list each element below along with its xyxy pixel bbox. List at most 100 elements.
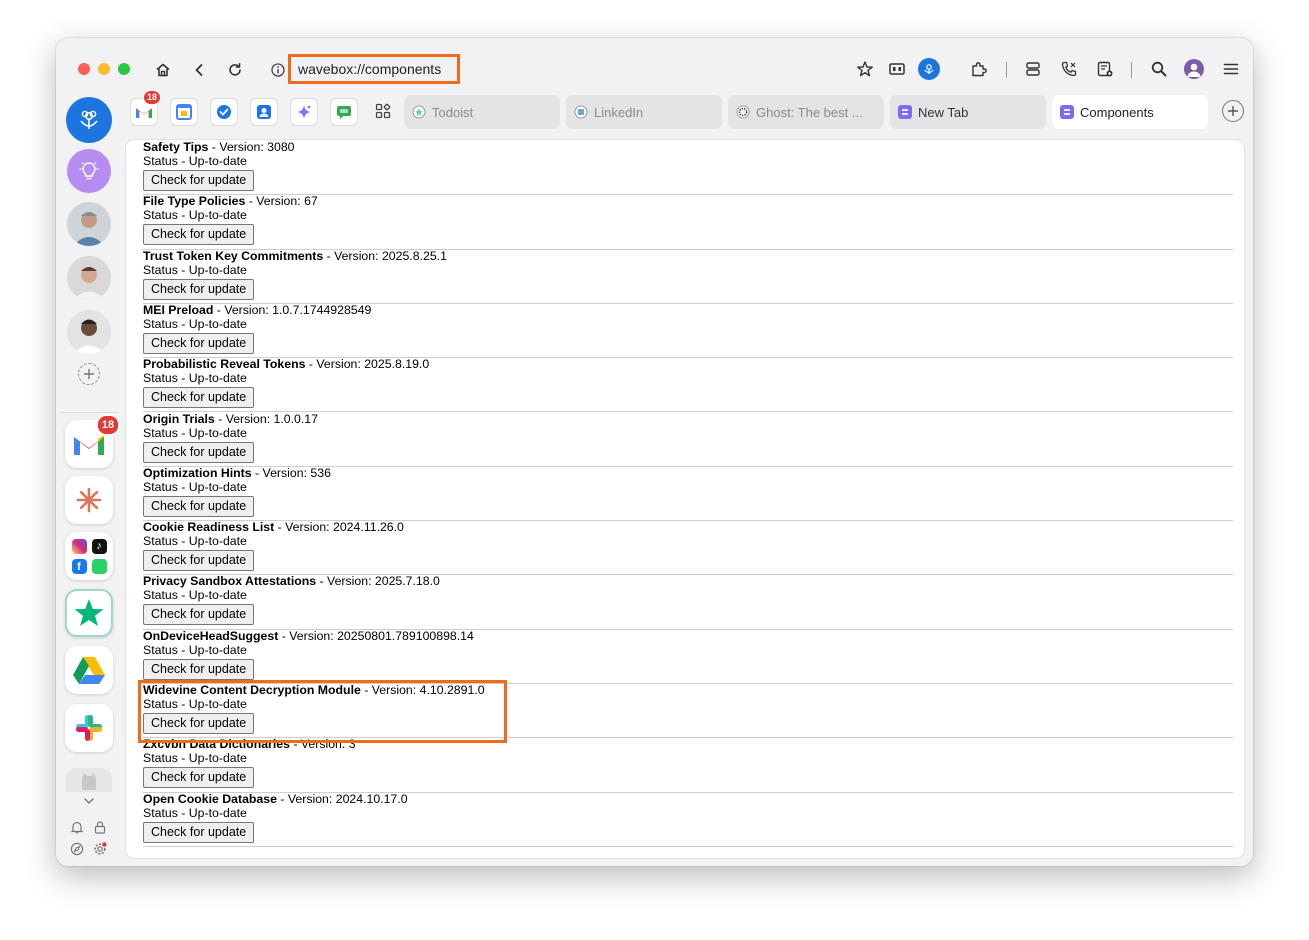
component-version: - Version: 2025.8.25.1 [323,248,447,263]
tab-linkedin[interactable]: LinkedIn [566,95,722,129]
reader-mode-icon[interactable] [886,58,908,80]
component-name: MEI Preload [143,302,214,317]
check-for-update-button[interactable]: Check for update [143,224,255,246]
close-window-button[interactable] [78,63,90,75]
google-drive-app-icon[interactable] [65,646,113,694]
component-status: Status - Up-to-date [143,371,247,386]
google-calendar-pinned-icon[interactable] [170,98,198,126]
ghost-favicon-icon [736,105,750,119]
component-name: Trust Token Key Commitments [143,248,324,263]
tab-label: Ghost: The best ... [756,104,863,120]
menu-hamburger-icon[interactable] [1220,58,1242,80]
component-version: - Version: 20250801.789100898.14 [278,628,474,643]
github-app-icon[interactable] [66,768,112,792]
component-row: Cookie Readiness List - Version: 2024.11… [143,520,1233,576]
component-title: Safety Tips - Version: 3080 [143,140,295,154]
bookmark-star-icon[interactable] [854,58,876,80]
new-tab-plus-icon[interactable] [1222,100,1244,122]
component-row: Trust Token Key Commitments - Version: 2… [143,249,1233,304]
compass-icon[interactable] [69,841,85,857]
component-status: Status - Up-to-date [143,805,247,820]
tab-components[interactable]: Components [1052,95,1208,129]
component-title: Optimization Hints - Version: 536 [143,466,331,480]
contact-avatar-3[interactable] [67,310,111,354]
component-name: Widevine Content Decryption Module [143,683,361,697]
component-row: Privacy Sandbox Attestations - Version: … [143,574,1233,630]
check-for-update-button[interactable]: Check for update [143,821,255,843]
component-title: Open Cookie Database - Version: 2024.10.… [143,792,408,806]
lightbulb-space-icon[interactable] [67,149,111,193]
gmail-app-icon[interactable]: 18 [65,414,120,468]
sidebar: 18 ♪ f [56,92,122,866]
url-text: wavebox://components [298,61,442,77]
tab-ghost[interactable]: Ghost: The best ... [728,95,884,129]
component-title: Privacy Sandbox Attestations - Version: … [143,574,440,588]
toolbar-separator [1006,62,1007,78]
search-icon[interactable] [1148,58,1170,80]
check-for-update-button[interactable]: Check for update [143,387,255,409]
site-info-icon[interactable] [266,58,290,82]
tab-label: Components [1080,104,1154,120]
chevron-down-icon[interactable] [81,794,97,808]
tab-manager-icon[interactable] [1022,58,1044,80]
tab-label: Todoist [432,104,474,120]
add-group-icon[interactable] [78,363,100,385]
slack-app-icon[interactable] [65,704,113,752]
component-status: Status - Up-to-date [143,262,247,277]
tasks-pinned-icon[interactable] [210,98,238,126]
check-for-update-button[interactable]: Check for update [143,658,255,680]
social-apps-group-icon[interactable]: ♪ f [65,532,113,580]
component-title: Origin Trials - Version: 1.0.0.17 [143,412,318,426]
check-for-update-button[interactable]: Check for update [143,604,255,626]
trustpilot-app-icon[interactable] [65,589,113,637]
app-grid-icon[interactable] [370,98,396,124]
contact-avatar-1[interactable] [67,202,111,246]
gemini-pinned-icon[interactable] [290,98,318,126]
check-for-update-button[interactable]: Check for update [143,767,255,789]
reload-icon[interactable] [223,58,247,82]
profile-avatar-icon[interactable] [1183,58,1205,80]
google-chat-pinned-icon[interactable] [330,98,358,126]
home-icon[interactable] [151,58,175,82]
claude-app-icon[interactable] [65,476,113,524]
component-status: Status - Up-to-date [143,154,247,168]
component-row: Widevine Content Decryption Module - Ver… [143,683,1233,739]
tab-new-tab[interactable]: New Tab [890,95,1046,129]
tab-label: LinkedIn [594,104,644,120]
component-status: Status - Up-to-date [143,642,247,657]
contacts-pinned-icon[interactable] [250,98,278,126]
component-status: Status - Up-to-date [143,697,247,711]
wavebox-home-icon[interactable] [66,97,112,143]
back-icon[interactable] [187,58,211,82]
tab-todoist[interactable]: Todoist [404,95,560,129]
extensions-puzzle-icon[interactable] [968,58,990,80]
tab-label: New Tab [918,104,969,120]
wavebox-extension-icon[interactable] [918,58,940,80]
component-name: Probabilistic Reveal Tokens [143,357,306,372]
phone-call-icon[interactable] [1058,58,1080,80]
component-row: Zxcvbn Data Dictionaries - Version: 3 Sta… [143,737,1233,793]
component-title: Probabilistic Reveal Tokens - Version: 2… [143,357,429,371]
minimize-window-button[interactable] [98,63,110,75]
component-version: - Version: 1.0.7.1744928549 [213,302,372,317]
check-for-update-button[interactable]: Check for update [143,495,255,517]
check-for-update-button[interactable]: Check for update [143,170,255,191]
gmail-pinned-icon[interactable]: 18 [130,90,161,126]
check-for-update-button[interactable]: Check for update [143,332,255,354]
check-for-update-button[interactable]: Check for update [143,550,255,572]
component-version: - Version: 67 [245,194,318,209]
lock-icon[interactable] [92,819,108,835]
check-for-update-button[interactable]: Check for update [143,278,255,300]
zoom-window-button[interactable] [118,63,130,75]
component-version: - Version: 2024.10.17.0 [276,791,408,806]
reading-queue-icon[interactable] [1094,58,1116,80]
settings-gear-icon[interactable] [92,841,108,857]
component-row: Safety Tips - Version: 3080 Status - Up-t… [143,140,1233,196]
check-for-update-button[interactable]: Check for update [143,441,255,463]
notifications-bell-icon[interactable] [69,819,85,835]
contact-avatar-2[interactable] [67,256,111,300]
address-bar[interactable]: wavebox://components [288,54,460,84]
check-for-update-button[interactable]: Check for update [143,713,255,734]
component-name: Optimization Hints [143,465,252,480]
component-version: - Version: 536 [251,465,331,480]
